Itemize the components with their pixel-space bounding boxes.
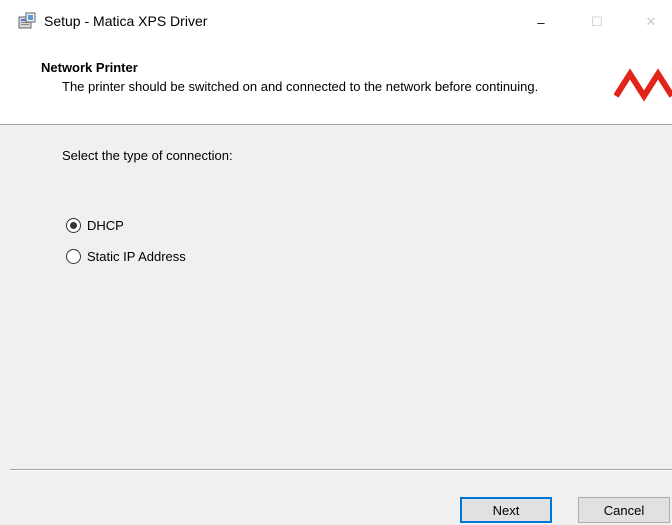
option-static-ip-label: Static IP Address — [87, 249, 186, 264]
installer-icon — [18, 12, 36, 30]
maximize-icon: ☐ — [591, 14, 603, 29]
option-dhcp-label: DHCP — [87, 218, 124, 233]
option-static-ip[interactable]: Static IP Address — [66, 249, 186, 264]
close-button[interactable]: ✕ — [628, 0, 672, 44]
matica-logo-icon — [613, 66, 672, 106]
option-dhcp[interactable]: DHCP — [66, 218, 124, 233]
connection-prompt: Select the type of connection: — [62, 148, 233, 163]
window-title: Setup - Matica XPS Driver — [44, 13, 208, 29]
setup-window: Setup - Matica XPS Driver – ☐ ✕ Network … — [0, 0, 672, 525]
title-bar[interactable]: Setup - Matica XPS Driver – ☐ ✕ — [0, 0, 672, 44]
wizard-content: Select the type of connection: DHCP Stat… — [0, 125, 672, 469]
close-icon: ✕ — [645, 14, 657, 29]
page-title: Network Printer — [41, 60, 138, 75]
page-subtitle: The printer should be switched on and co… — [62, 79, 539, 94]
radio-static-ip[interactable] — [66, 249, 81, 264]
radio-dhcp[interactable] — [66, 218, 81, 233]
wizard-header: Network Printer The printer should be sw… — [0, 44, 672, 125]
footer-divider-highlight — [10, 470, 672, 471]
next-button[interactable]: Next — [460, 497, 552, 523]
cancel-button[interactable]: Cancel — [578, 497, 670, 523]
minimize-button[interactable]: – — [518, 0, 564, 44]
maximize-button[interactable]: ☐ — [574, 0, 620, 44]
minimize-icon: – — [537, 14, 545, 30]
